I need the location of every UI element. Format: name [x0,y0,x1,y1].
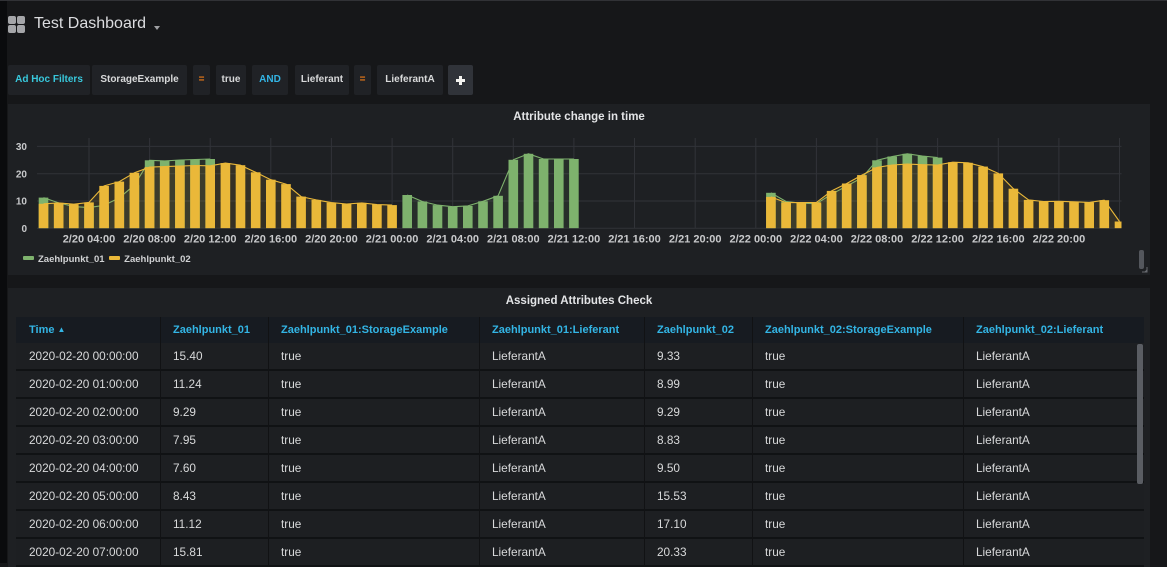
svg-text:2/20 16:00: 2/20 16:00 [244,234,297,246]
svg-text:2/22 20:00: 2/22 20:00 [1033,234,1086,246]
svg-text:2/22 12:00: 2/22 12:00 [911,234,964,246]
svg-text:2/22 04:00: 2/22 04:00 [790,234,843,246]
svg-text:2/21 20:00: 2/21 20:00 [669,234,722,246]
svg-text:2/20 20:00: 2/20 20:00 [305,234,358,246]
svg-text:0: 0 [21,224,27,235]
svg-text:10: 10 [16,197,28,208]
svg-text:2/21 00:00: 2/21 00:00 [366,234,419,246]
svg-text:2/21 04:00: 2/21 04:00 [426,234,479,246]
svg-text:2/21 08:00: 2/21 08:00 [487,234,540,246]
svg-text:30: 30 [16,142,28,153]
svg-text:2/21 16:00: 2/21 16:00 [608,234,661,246]
svg-text:20: 20 [16,169,28,180]
svg-text:2/21 12:00: 2/21 12:00 [548,234,601,246]
svg-text:2/20 04:00: 2/20 04:00 [63,234,116,246]
svg-text:2/22 08:00: 2/22 08:00 [851,234,904,246]
svg-text:2/22 00:00: 2/22 00:00 [729,234,782,246]
svg-text:2/20 12:00: 2/20 12:00 [184,234,237,246]
svg-text:2/20 08:00: 2/20 08:00 [123,234,176,246]
svg-text:2/22 16:00: 2/22 16:00 [972,234,1025,246]
